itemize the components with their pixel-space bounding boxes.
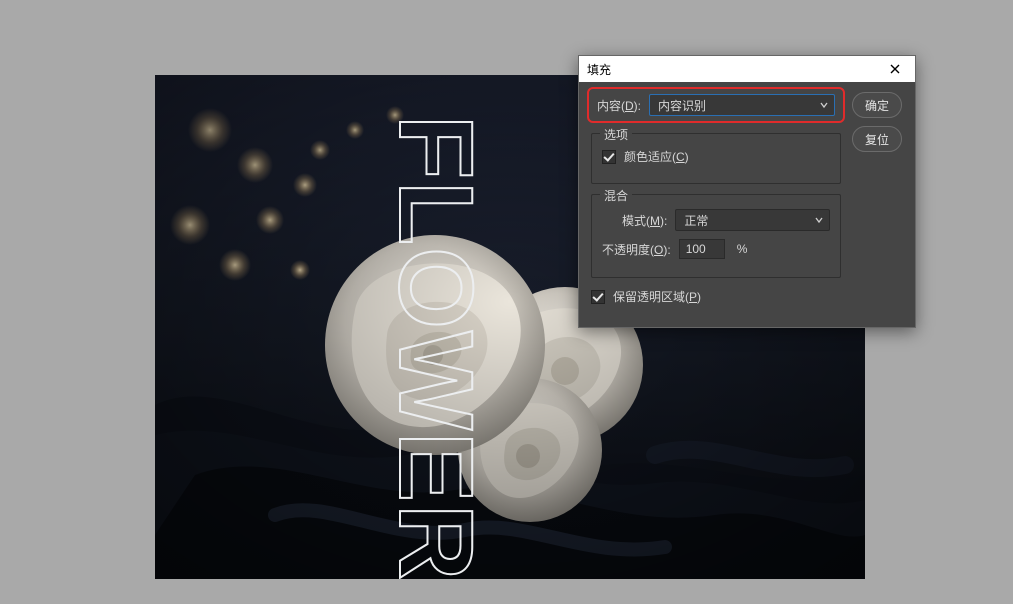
opacity-unit: % xyxy=(737,242,748,256)
content-label: 内容(D): xyxy=(597,97,641,114)
close-button[interactable] xyxy=(883,59,907,79)
opacity-input[interactable] xyxy=(679,239,725,259)
fill-dialog: 填充 内容(D): 内容识别 选项 颜色适应(C) xyxy=(578,55,916,328)
content-row-highlight: 内容(D): 内容识别 xyxy=(587,87,845,123)
blend-group-title: 混合 xyxy=(600,187,632,204)
close-icon xyxy=(890,64,900,74)
chevron-down-icon xyxy=(815,216,823,224)
color-adapt-label: 颜色适应(C) xyxy=(624,148,689,165)
content-dropdown-value: 内容识别 xyxy=(658,97,706,114)
options-group: 选项 颜色适应(C) xyxy=(591,133,841,184)
chevron-down-icon xyxy=(820,101,828,109)
opacity-label: 不透明度(O): xyxy=(602,241,671,258)
mode-dropdown[interactable]: 正常 xyxy=(675,209,830,231)
preserve-transparency-label: 保留透明区域(P) xyxy=(613,288,701,305)
ok-button[interactable]: 确定 xyxy=(852,92,902,118)
color-adapt-checkbox[interactable] xyxy=(602,150,616,164)
mode-label: 模式(M): xyxy=(622,212,667,229)
dialog-titlebar[interactable]: 填充 xyxy=(579,56,915,82)
blend-group: 混合 模式(M): 正常 不透明度(O): % xyxy=(591,194,841,278)
dialog-title: 填充 xyxy=(587,61,611,78)
options-group-title: 选项 xyxy=(600,126,632,143)
reset-button[interactable]: 复位 xyxy=(852,126,902,152)
mode-dropdown-value: 正常 xyxy=(684,212,708,229)
content-dropdown[interactable]: 内容识别 xyxy=(649,94,835,116)
preserve-transparency-checkbox[interactable] xyxy=(591,290,605,304)
